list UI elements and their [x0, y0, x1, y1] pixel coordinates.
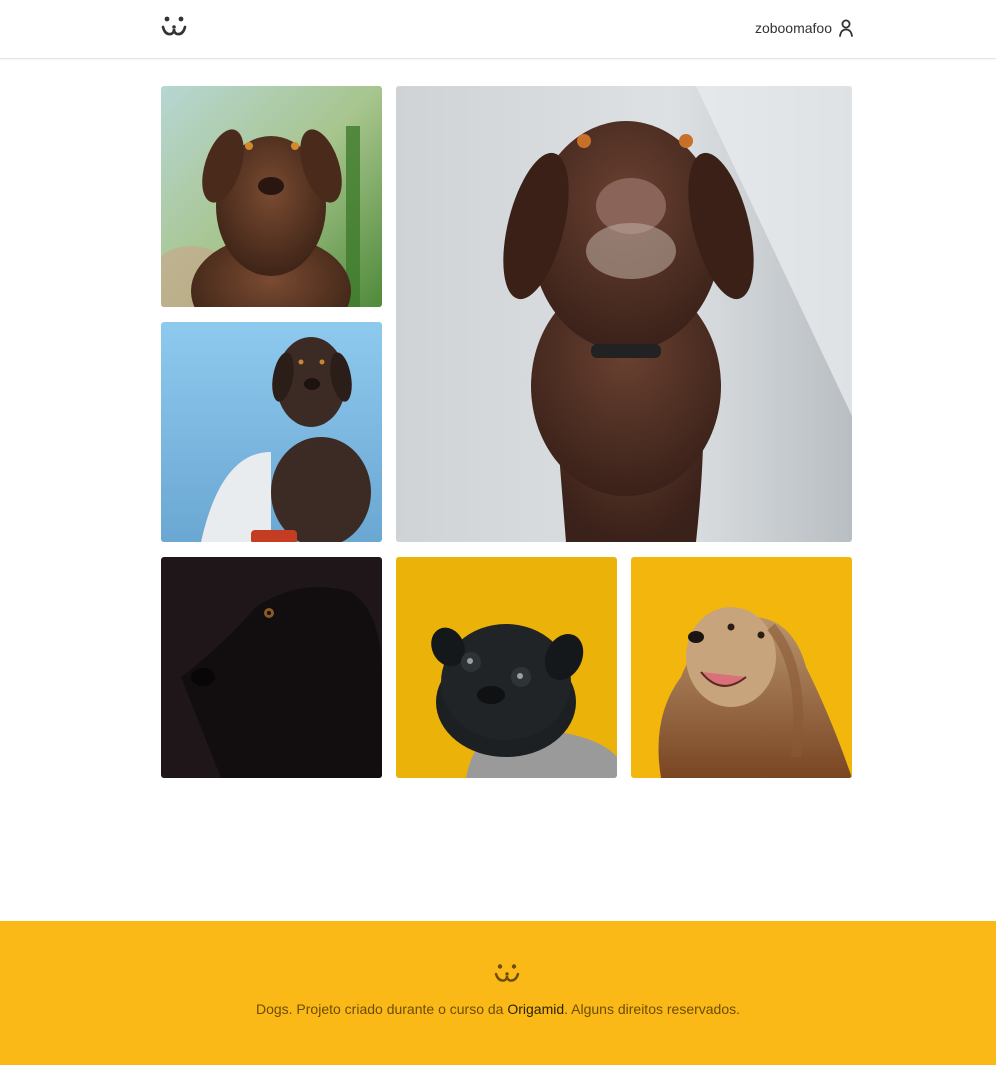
feed-photo-pug-yellow[interactable] — [396, 557, 617, 778]
footer-copyright: Dogs. Projeto criado durante o curso da … — [0, 1001, 996, 1017]
site-header: zoboomafoo — [0, 0, 996, 59]
site-footer: Dogs. Projeto criado durante o curso da … — [0, 921, 996, 1065]
dog-face-icon — [161, 16, 187, 36]
feed-photo-black-dog-dark[interactable] — [161, 557, 382, 778]
username-label: zoboomafoo — [754, 20, 832, 36]
user-icon — [839, 19, 853, 37]
home-logo-link[interactable] — [160, 14, 188, 40]
feed-photo-chocolate-lab-blue[interactable] — [161, 322, 382, 542]
footer-brand-origamid: Origamid — [507, 1001, 565, 1017]
footer-text-after: . Alguns direitos reservados. — [564, 1001, 741, 1017]
dog-face-icon — [494, 964, 520, 982]
feed-photo-afghan-hound-yellow[interactable] — [631, 557, 852, 778]
user-account-link[interactable]: zoboomafoo — [755, 19, 854, 37]
footer-text-before: Dogs. Projeto criado durante o curso da — [255, 1001, 508, 1017]
feed-photo-chocolate-lab-concrete[interactable] — [396, 86, 852, 542]
feed-photo-chocolate-lab-green[interactable] — [161, 86, 382, 307]
